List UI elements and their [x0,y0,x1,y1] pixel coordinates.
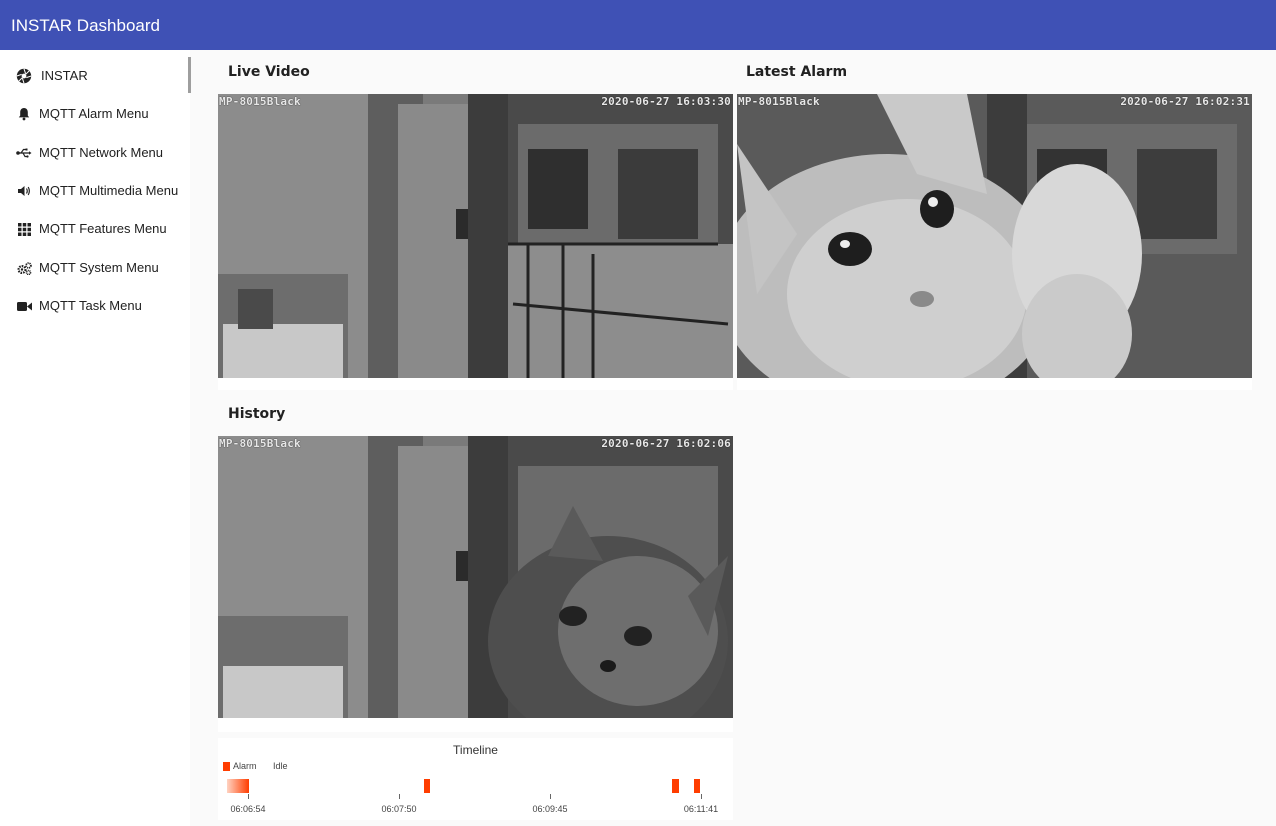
gears-icon [16,260,32,276]
camera-name-overlay: MP-8015Black [738,95,820,108]
timeline-tick [248,794,249,799]
timeline-tick [550,794,551,799]
latest-alarm-card-footer [737,378,1252,390]
sidebar: INSTAR MQTT Alarm Menu MQTT Network Menu [0,50,191,826]
sidebar-item-instar[interactable]: INSTAR [0,57,188,93]
timeline-tick [399,794,400,799]
timeline-alarm-bar[interactable] [694,779,700,793]
app-title: INSTAR Dashboard [11,16,160,35]
timeline-tick-label: 06:11:41 [683,804,719,814]
timeline-title: Timeline [453,743,498,757]
sidebar-item-multimedia[interactable]: MQTT Multimedia Menu [0,172,188,208]
timeline-alarm-bar[interactable] [672,779,679,793]
sidebar-item-label: MQTT Features Menu [39,221,167,236]
sidebar-item-label: MQTT Task Menu [39,298,142,313]
sidebar-item-features[interactable]: MQTT Features Menu [0,210,188,246]
timeline-tick-label: 06:07:50 [381,804,417,814]
legend-alarm-swatch [223,762,230,771]
history-scene [218,436,733,718]
timeline-tick-label: 06:06:54 [230,804,266,814]
timeline-panel: Timeline Alarm Idle 06:06:54 06:07:50 06… [218,738,733,820]
video-camera-icon [16,298,32,314]
history-card-footer [218,718,733,732]
camera-name-overlay: MP-8015Black [219,95,301,108]
timeline-alarm-bar[interactable] [424,779,430,793]
latest-alarm-title: Latest Alarm [746,64,848,80]
sidebar-item-label: MQTT Alarm Menu [39,106,149,121]
timeline-alarm-bar[interactable] [227,779,249,793]
sidebar-item-alarm[interactable]: MQTT Alarm Menu [0,95,188,131]
timestamp-overlay: 2020-06-27 16:02:06 [601,437,731,450]
usb-icon [16,145,32,161]
sidebar-item-label: MQTT Network Menu [39,145,164,160]
live-video-stream[interactable]: MP-8015Black 2020-06-27 16:03:30 [218,94,733,378]
timestamp-overlay: 2020-06-27 16:02:31 [1120,95,1250,108]
aperture-icon [16,68,32,84]
alarm-scene [737,94,1252,378]
timestamp-overlay: 2020-06-27 16:03:30 [601,95,731,108]
latest-alarm-snapshot[interactable]: MP-8015Black 2020-06-27 16:02:31 [737,94,1252,378]
sidebar-item-label: INSTAR [41,68,88,83]
timeline-tick [701,794,702,799]
app-bar: INSTAR Dashboard [0,0,1276,50]
legend-idle-label: Idle [273,761,288,771]
sidebar-item-label: MQTT Multimedia Menu [39,183,179,198]
timeline-tick-label: 06:09:45 [532,804,568,814]
live-video-card-footer [218,378,733,390]
sidebar-item-label: MQTT System Menu [39,260,159,275]
history-snapshot[interactable]: MP-8015Black 2020-06-27 16:02:06 [218,436,733,718]
camera-name-overlay: MP-8015Black [219,437,301,450]
grid-icon [16,221,32,237]
legend-alarm-label: Alarm [233,761,257,771]
room-scene [218,94,733,378]
volume-icon [16,183,32,199]
sidebar-scrollbar[interactable] [188,57,191,93]
bell-icon [16,106,32,122]
live-video-title: Live Video [228,64,310,80]
history-title: History [228,406,286,422]
sidebar-item-system[interactable]: MQTT System Menu [0,249,188,285]
sidebar-item-network[interactable]: MQTT Network Menu [0,134,188,170]
sidebar-item-task[interactable]: MQTT Task Menu [0,287,188,323]
